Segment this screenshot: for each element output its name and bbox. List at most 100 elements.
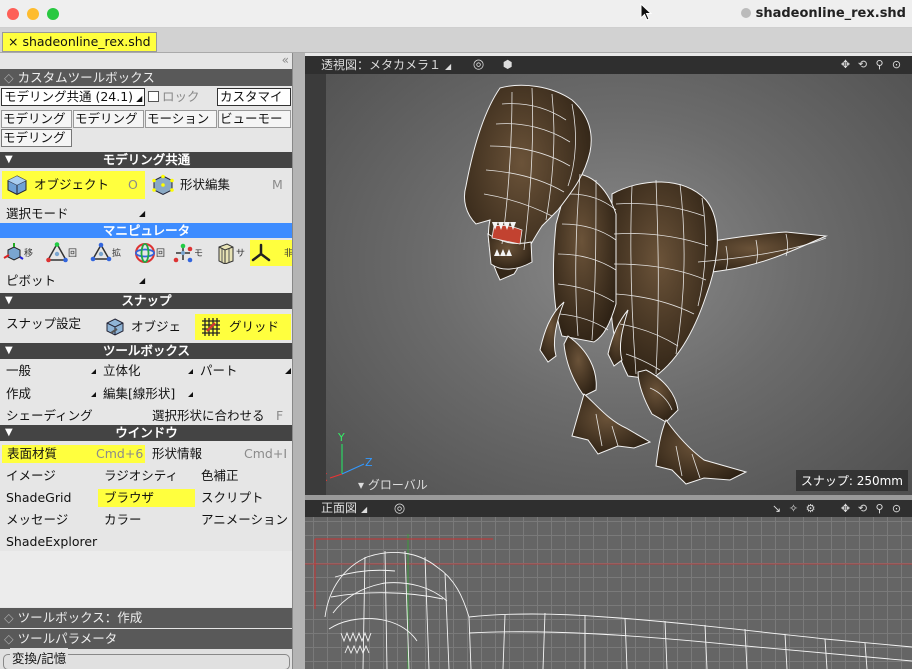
window-shape-info[interactable]: 形状情報 Cmd+I <box>152 445 291 463</box>
target-icon[interactable]: ◎ <box>393 502 406 515</box>
rotate-manipulator-button[interactable]: 回 <box>46 240 78 266</box>
window-color[interactable]: カラー <box>104 511 196 529</box>
mode-tab-1[interactable]: モデリング <box>1 110 72 128</box>
rotate-ring-manipulator-button[interactable]: 回 <box>134 240 166 266</box>
toolbox-edit-line-dropdown[interactable]: 編集[線形状]◢ <box>103 385 193 403</box>
front-canvas[interactable] <box>305 517 912 669</box>
toolbox-create-dropdown[interactable]: 作成◢ <box>6 385 96 403</box>
document-icon <box>740 8 751 18</box>
front-viewport[interactable]: 正面図 ◢ ◎ ↘ ✧ ⚙ ✥ ⟲ ⚲ ⊙ <box>305 500 912 669</box>
hide-manipulator-button[interactable]: 非 <box>250 240 292 266</box>
window-animation[interactable]: アニメーション <box>201 511 292 529</box>
select-mode-dropdown[interactable]: 選択モード ◢ <box>6 205 146 223</box>
move-manipulator-button[interactable]: 移 <box>2 240 34 266</box>
custom-toolbox-panel: « ◇ カスタムツールボックス モデリング共通 (24.1) ◢ ロック カスタマイ… <box>0 53 293 669</box>
manipulator-toolbar: 移 回 拡 回 モ サ 非 <box>0 240 292 268</box>
section-modeling-common[interactable]: ▼ モデリング共通 <box>0 152 292 168</box>
zoom-icon[interactable]: ⚲ <box>873 58 886 71</box>
window-titlebar: shadeonline_rex.shd <box>0 0 912 28</box>
manipulator-header: マニピュレータ <box>0 223 292 238</box>
customize-button[interactable]: カスタマイ <box>217 88 291 106</box>
size-manipulator-button[interactable]: サ <box>214 240 246 266</box>
mode-tab-3[interactable]: モーション <box>145 110 217 128</box>
pan-icon[interactable]: ✥ <box>839 58 852 71</box>
mouse-cursor-icon <box>640 3 652 21</box>
move-manipulator-icon <box>3 243 24 261</box>
fit-selected-item[interactable]: 選択形状に合わせる F <box>152 407 291 425</box>
preset-dropdown[interactable]: モデリング共通 (24.1) ◢ <box>1 88 145 106</box>
document-tab[interactable]: × shadeonline_rex.shd <box>2 32 157 52</box>
transform-tool-icon[interactable]: ↘ <box>770 502 783 515</box>
window-message[interactable]: メッセージ <box>6 511 96 529</box>
global-coordinate-dropdown[interactable]: ▾ グローバル <box>358 476 428 493</box>
snap-object-toggle[interactable]: オブジェ <box>103 314 191 340</box>
target-icon[interactable]: ◎ <box>472 58 485 71</box>
close-window-button[interactable] <box>7 8 19 20</box>
perspective-viewport[interactable]: 透視図：メタカメラ１ ◢ ◎ ⬢ ✥ ⟲ ⚲ ⊙ Y Z スナップ: 250mm… <box>305 56 912 495</box>
cube-view-icon[interactable]: ⬢ <box>501 58 514 71</box>
grid-icon <box>202 318 220 336</box>
window-browser[interactable]: ブラウザ <box>98 489 195 507</box>
toolbox-create-panel-header[interactable]: ◇ ツールボックス：作成 <box>0 608 292 628</box>
lock-checkbox[interactable]: ロック <box>148 88 216 106</box>
fit-view-icon[interactable]: ⊙ <box>890 58 903 71</box>
orbit-icon[interactable]: ⟲ <box>856 58 869 71</box>
model-manipulator-button[interactable]: モ <box>172 240 204 266</box>
minimize-window-button[interactable] <box>27 8 39 20</box>
window-title: shadeonline_rex.shd <box>740 6 906 21</box>
window-shadeexplorer[interactable]: ShadeExplorer <box>6 533 146 551</box>
section-snap[interactable]: ▼ スナップ <box>0 293 292 309</box>
shading-item[interactable]: シェーディング <box>6 407 146 425</box>
snap-grid-toggle[interactable]: グリッド <box>195 314 291 340</box>
shape-edit-mode-button[interactable]: 形状編集 M <box>148 171 291 199</box>
custom-toolbox-header[interactable]: ◇ カスタムツールボックス <box>0 69 292 86</box>
zoom-window-button[interactable] <box>47 8 59 20</box>
svg-text:Y: Y <box>337 431 345 444</box>
orbit-icon[interactable]: ⟲ <box>856 502 869 515</box>
hide-manipulator-icon <box>251 243 271 262</box>
pan-icon[interactable]: ✥ <box>839 502 852 515</box>
perspective-viewport-toolbar: 透視図：メタカメラ１ ◢ ◎ ⬢ ✥ ⟲ ⚲ ⊙ <box>305 56 912 74</box>
section-toolbox[interactable]: ▼ ツールボックス <box>0 343 292 359</box>
front-view-wireframe <box>305 534 912 669</box>
svg-text:X: X <box>326 471 328 484</box>
tool-parameters-panel-header[interactable]: ◇ ツールパラメータ <box>0 629 292 649</box>
window-image[interactable]: イメージ <box>6 467 96 485</box>
perspective-canvas[interactable]: Y Z X スナップ: 250mm ▾ グローバル <box>326 74 912 495</box>
t-rex-model-wireframe: Y Z X <box>326 84 828 485</box>
zoom-icon[interactable]: ⚲ <box>873 502 886 515</box>
object-mode-button[interactable]: オブジェクト O <box>2 171 145 199</box>
front-view-dropdown[interactable]: 正面図 ◢ <box>321 500 367 518</box>
mode-tab-5[interactable]: モデリング <box>1 129 72 147</box>
rotate-manipulator-icon <box>46 242 68 263</box>
window-radiosity[interactable]: ラジオシティ <box>104 467 196 485</box>
rotate-ring-icon <box>135 243 155 263</box>
panel-splitter[interactable] <box>293 53 305 669</box>
window-color-correction[interactable]: 色補正 <box>201 467 291 485</box>
window-surface-material[interactable]: 表面材質 Cmd+6 <box>2 445 145 463</box>
pivot-dropdown[interactable]: ピボット ◢ <box>6 272 146 290</box>
toolbox-general-dropdown[interactable]: 一般◢ <box>6 362 96 380</box>
window-script[interactable]: スクリプト <box>201 489 291 507</box>
document-tab-bar: × shadeonline_rex.shd <box>0 28 912 53</box>
front-viewport-toolbar: 正面図 ◢ ◎ ↘ ✧ ⚙ ✥ ⟲ ⚲ ⊙ <box>305 500 912 517</box>
model-manipulator-icon <box>173 243 193 263</box>
transform-memory-label: 変換/記憶 <box>10 648 69 667</box>
settings-gear-icon[interactable]: ⚙ <box>804 502 817 515</box>
snap-tool-icon[interactable]: ✧ <box>787 502 800 515</box>
toolbox-solid-dropdown[interactable]: 立体化◢ <box>103 362 193 380</box>
snap-settings-label[interactable]: スナップ設定 <box>6 315 101 333</box>
collapse-panel-icon[interactable]: « <box>282 53 289 67</box>
size-manipulator-icon <box>218 243 234 264</box>
window-shadegrid[interactable]: ShadeGrid <box>6 489 96 507</box>
mode-tab-4[interactable]: ビューモー <box>218 110 291 128</box>
snap-status-label: スナップ: 250mm <box>795 470 908 491</box>
scale-manipulator-button[interactable]: 拡 <box>90 240 122 266</box>
shape-edit-cube-icon <box>152 174 174 196</box>
toolbox-part-dropdown[interactable]: パート ◢ <box>200 362 291 380</box>
mode-tab-2[interactable]: モデリング <box>73 110 144 128</box>
fit-view-icon[interactable]: ⊙ <box>890 502 903 515</box>
cube-icon <box>7 175 27 196</box>
perspective-camera-dropdown[interactable]: 透視図：メタカメラ１ ◢ <box>321 56 451 76</box>
section-window[interactable]: ▼ ウインドウ <box>0 425 292 441</box>
